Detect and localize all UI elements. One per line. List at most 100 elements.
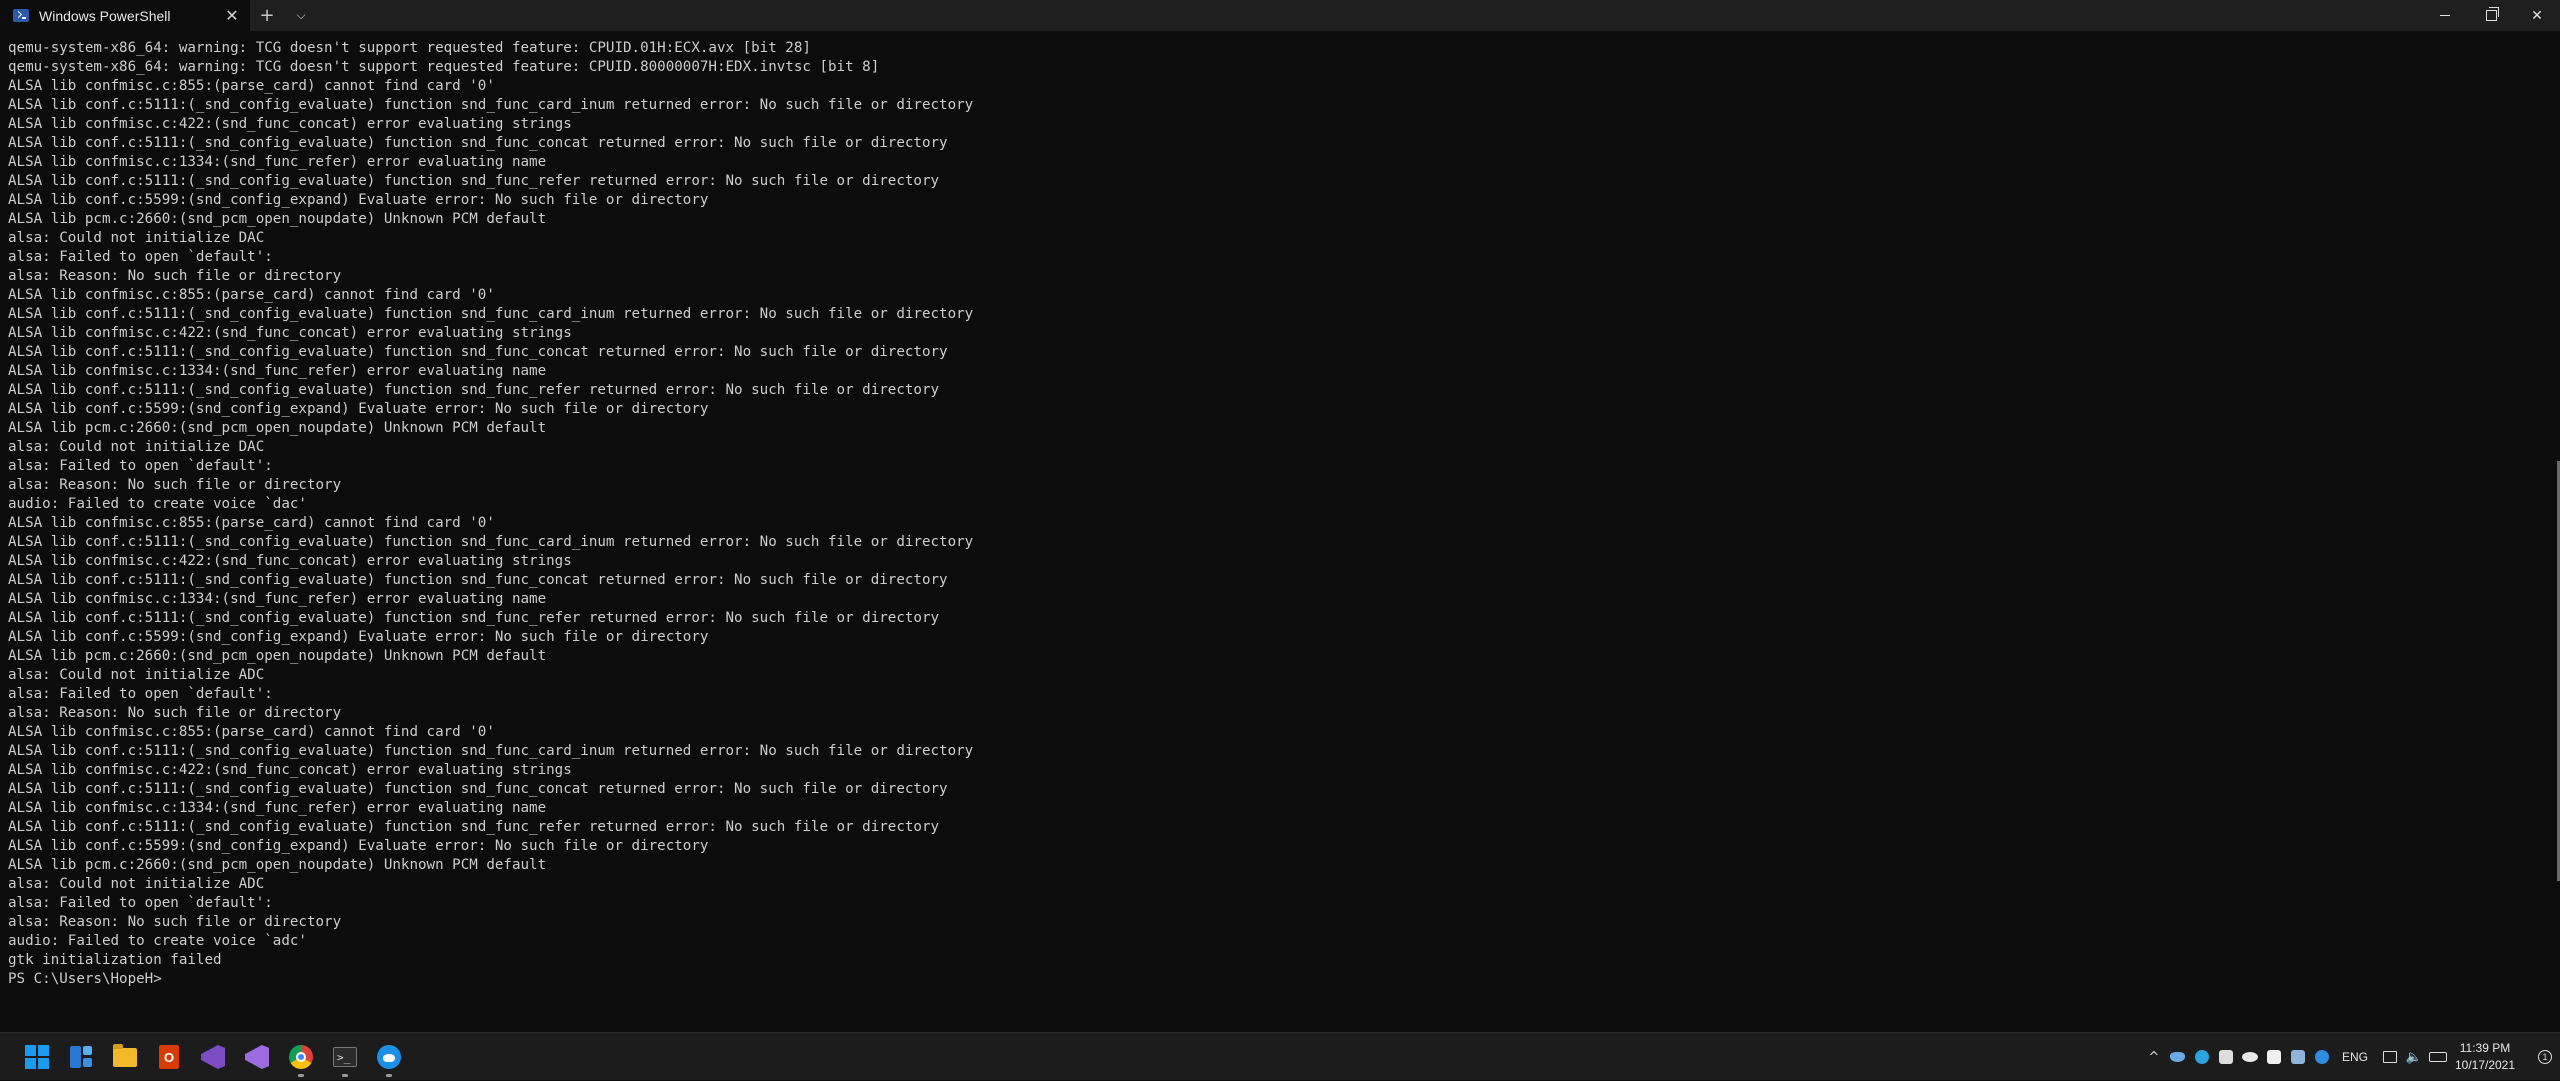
terminal-line: ALSA lib conf.c:5111:(_snd_config_evalua… [8, 306, 974, 322]
office-icon: O [159, 1045, 179, 1069]
terminal-line: ALSA lib pcm.c:2660:(snd_pcm_open_noupda… [8, 648, 547, 664]
office-button[interactable]: O [147, 1035, 191, 1079]
terminal-line: qemu-system-x86_64: warning: TCG doesn't… [8, 59, 880, 75]
terminal-button[interactable]: >_ [323, 1035, 367, 1079]
docker-tray-icon[interactable] [2166, 1033, 2190, 1081]
terminal-line: ALSA lib conf.c:5599:(snd_config_expand)… [8, 629, 709, 645]
running-indicator [386, 1074, 392, 1077]
notification-badge: 1 [2538, 1050, 2552, 1064]
terminal-line: alsa: Reason: No such file or directory [8, 914, 342, 930]
close-button[interactable]: ✕ [2514, 0, 2560, 31]
terminal-line: qemu-system-x86_64: warning: TCG doesn't… [8, 40, 811, 56]
widgets-button[interactable] [59, 1035, 103, 1079]
chrome-tray-icon[interactable] [2214, 1033, 2238, 1081]
app-icon [377, 1045, 401, 1069]
terminal-output[interactable]: qemu-system-x86_64: warning: TCG doesn't… [0, 31, 2560, 1032]
terminal-line: ALSA lib conf.c:5111:(_snd_config_evalua… [8, 135, 948, 151]
taskbar-apps: O >_ [15, 1033, 411, 1081]
app-tray-icon[interactable] [2262, 1033, 2286, 1081]
restore-icon [2485, 7, 2499, 21]
terminal-line: alsa: Reason: No such file or directory [8, 268, 342, 284]
terminal-line: ALSA lib conf.c:5111:(_snd_config_evalua… [8, 173, 940, 189]
volume-icon[interactable]: 🔈 [2402, 1033, 2426, 1081]
terminal-line: ALSA lib conf.c:5111:(_snd_config_evalua… [8, 344, 948, 360]
terminal-lines: qemu-system-x86_64: warning: TCG doesn't… [8, 39, 2560, 989]
tab-close-icon[interactable]: ✕ [218, 2, 246, 30]
start-icon [25, 1045, 49, 1069]
terminal-line: ALSA lib conf.c:5111:(_snd_config_evalua… [8, 781, 948, 797]
terminal-line: ALSA lib conf.c:5111:(_snd_config_evalua… [8, 382, 940, 398]
terminal-line: ALSA lib conf.c:5599:(snd_config_expand)… [8, 401, 709, 417]
running-indicator [298, 1074, 304, 1077]
terminal-line: ALSA lib confmisc.c:1334:(snd_func_refer… [8, 591, 547, 607]
notification-button[interactable]: 1 [2530, 1033, 2560, 1081]
terminal-line: ALSA lib confmisc.c:855:(parse_card) can… [8, 287, 495, 303]
chrome-button[interactable] [279, 1035, 323, 1079]
terminal-line: ALSA lib confmisc.c:855:(parse_card) can… [8, 78, 495, 94]
terminal-line: ALSA lib conf.c:5111:(_snd_config_evalua… [8, 610, 940, 626]
terminal-line: ALSA lib conf.c:5111:(_snd_config_evalua… [8, 743, 974, 759]
tab-windows-powershell[interactable]: Windows PowerShell ✕ [0, 0, 250, 31]
onedrive-tray-icon[interactable] [2238, 1033, 2262, 1081]
file-explorer-icon [113, 1043, 137, 1067]
running-indicator [342, 1074, 348, 1077]
app-button[interactable] [367, 1035, 411, 1079]
terminal-line: PS C:\Users\HopeH> [8, 971, 162, 987]
chrome-icon [289, 1045, 313, 1069]
terminal-line: ALSA lib pcm.c:2660:(snd_pcm_open_noupda… [8, 420, 547, 436]
clock-time: 11:39 PM [2459, 1041, 2511, 1055]
vm-tray-icon[interactable] [2286, 1033, 2310, 1081]
terminal-line: ALSA lib confmisc.c:1334:(snd_func_refer… [8, 363, 547, 379]
network-icon[interactable] [2378, 1033, 2402, 1081]
minimize-icon [2440, 15, 2450, 16]
visual-studio-icon [245, 1045, 269, 1069]
terminal-line: alsa: Could not initialize ADC [8, 876, 265, 892]
terminal-line: ALSA lib conf.c:5599:(snd_config_expand)… [8, 192, 709, 208]
system-tray: ^ ENG 🔈 11:39 PM 10/17/2021 1 [2142, 1033, 2560, 1081]
terminal-line: ALSA lib confmisc.c:855:(parse_card) can… [8, 515, 495, 531]
terminal-line: ALSA lib confmisc.c:422:(snd_func_concat… [8, 116, 572, 132]
widgets-icon [70, 1046, 92, 1068]
start-button[interactable] [15, 1035, 59, 1079]
terminal-line: alsa: Could not initialize DAC [8, 230, 265, 246]
terminal-line: alsa: Failed to open `default': [8, 458, 273, 474]
terminal-line: ALSA lib conf.c:5111:(_snd_config_evalua… [8, 572, 948, 588]
tab-dropdown-button[interactable]: ⌵ [284, 0, 318, 31]
security-tray-icon[interactable] [2310, 1033, 2334, 1081]
visual-studio-preview-button[interactable] [191, 1035, 235, 1079]
clock[interactable]: 11:39 PM 10/17/2021 [2450, 1040, 2520, 1074]
terminal-line: ALSA lib confmisc.c:855:(parse_card) can… [8, 724, 495, 740]
visual-studio-preview-icon [201, 1045, 225, 1069]
telegram-tray-icon[interactable] [2190, 1033, 2214, 1081]
terminal-line: ALSA lib confmisc.c:422:(snd_func_concat… [8, 762, 572, 778]
terminal-line: alsa: Could not initialize DAC [8, 439, 265, 455]
terminal-line: ALSA lib conf.c:5599:(snd_config_expand)… [8, 838, 709, 854]
terminal-line: gtk initialization failed [8, 952, 222, 968]
terminal-line: alsa: Failed to open `default': [8, 249, 273, 265]
terminal-line: alsa: Reason: No such file or directory [8, 705, 342, 721]
terminal-line: ALSA lib conf.c:5111:(_snd_config_evalua… [8, 534, 974, 550]
terminal-icon: >_ [333, 1047, 357, 1067]
battery-icon[interactable] [2426, 1033, 2450, 1081]
terminal-line: ALSA lib conf.c:5111:(_snd_config_evalua… [8, 97, 974, 113]
minimize-button[interactable] [2422, 0, 2468, 31]
window-controls: ✕ [2422, 0, 2560, 31]
terminal-line: alsa: Failed to open `default': [8, 686, 273, 702]
visual-studio-button[interactable] [235, 1035, 279, 1079]
file-explorer-button[interactable] [103, 1035, 147, 1079]
terminal-line: ALSA lib pcm.c:2660:(snd_pcm_open_noupda… [8, 857, 547, 873]
new-tab-button[interactable]: + [250, 0, 284, 31]
powershell-icon [13, 9, 29, 22]
tab-label: Windows PowerShell [39, 7, 171, 24]
title-bar: Windows PowerShell ✕ + ⌵ ✕ [0, 0, 2560, 31]
show-hidden-icons-chevron-icon[interactable]: ^ [2142, 1033, 2166, 1081]
terminal-line: alsa: Could not initialize ADC [8, 667, 265, 683]
terminal-line: alsa: Reason: No such file or directory [8, 477, 342, 493]
restore-button[interactable] [2468, 0, 2514, 31]
taskbar: O >_ ^ ENG 🔈 11:39 PM 10/17/2021 1 [0, 1032, 2560, 1080]
language-indicator[interactable]: ENG [2334, 1050, 2378, 1064]
terminal-line: audio: Failed to create voice `dac' [8, 496, 307, 512]
terminal-line: alsa: Failed to open `default': [8, 895, 273, 911]
clock-date: 10/17/2021 [2454, 1058, 2516, 1072]
terminal-line: ALSA lib confmisc.c:1334:(snd_func_refer… [8, 154, 547, 170]
